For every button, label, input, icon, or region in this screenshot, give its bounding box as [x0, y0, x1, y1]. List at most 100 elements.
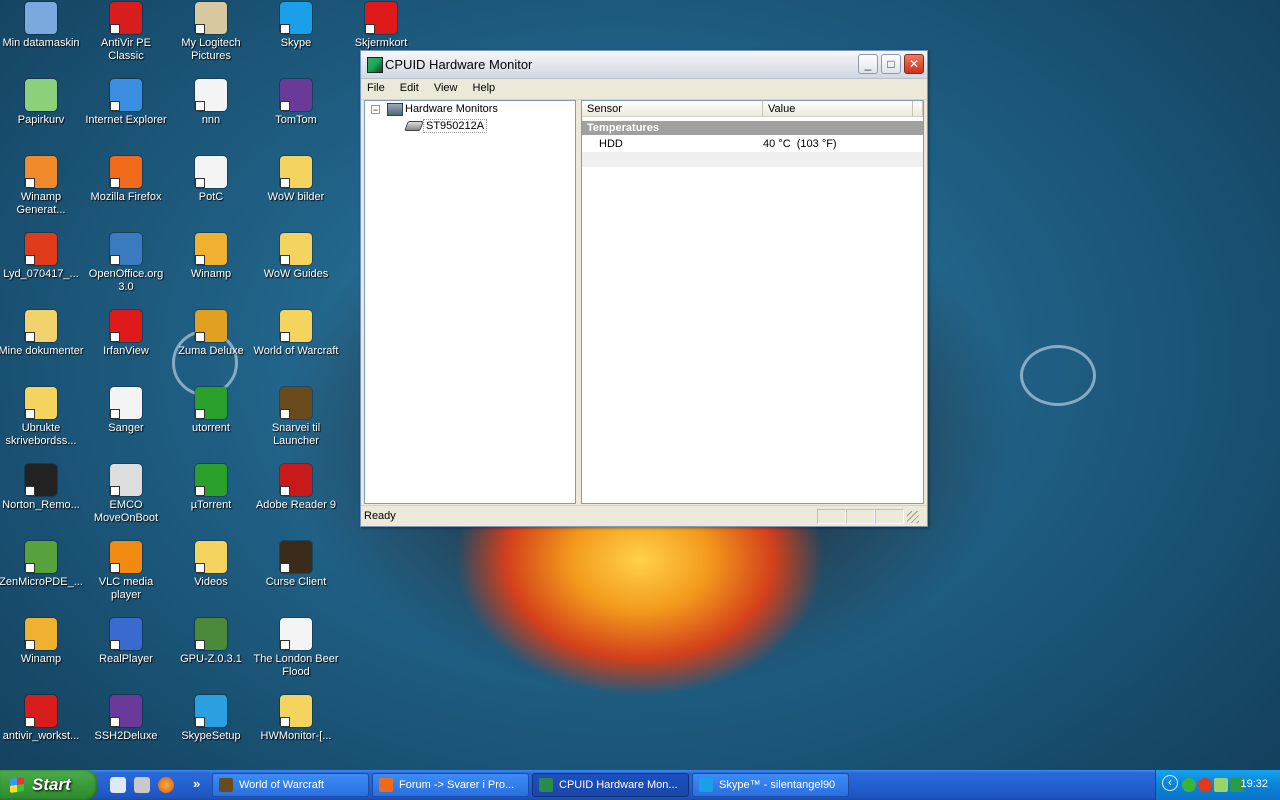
- desktop-icon[interactable]: ZenMicroPDE_...: [0, 541, 84, 589]
- task-app-icon: [699, 778, 713, 792]
- tree-item-hardware-monitors[interactable]: Hardware Monitors: [405, 103, 498, 115]
- taskbar-task-button[interactable]: Skype™ - silentangel90: [692, 773, 849, 797]
- desktop-icon[interactable]: Norton_Remo...: [0, 464, 84, 512]
- show-desktop-icon[interactable]: [110, 777, 126, 793]
- desktop-icon[interactable]: EMCO MoveOnBoot: [83, 464, 169, 525]
- desktop-icon[interactable]: World of Warcraft: [253, 310, 339, 358]
- desktop-icon[interactable]: Videos: [168, 541, 254, 589]
- task-label: World of Warcraft: [239, 779, 324, 791]
- start-button[interactable]: Start: [0, 770, 98, 800]
- desktop-icon[interactable]: Snarvei til Launcher: [253, 387, 339, 448]
- taskbar-task-button[interactable]: CPUID Hardware Mon...: [532, 773, 689, 797]
- desktop-icon[interactable]: WoW bilder: [253, 156, 339, 204]
- minimize-button[interactable]: _: [858, 54, 878, 74]
- desktop-icon-image: [195, 695, 227, 727]
- firefox-quicklaunch-icon[interactable]: [158, 777, 174, 793]
- desktop-icon[interactable]: VLC media player: [83, 541, 169, 602]
- desktop-icon-image: [110, 156, 142, 188]
- device-tree[interactable]: − Hardware Monitors ST950212A: [364, 100, 576, 504]
- desktop-icon[interactable]: WoW Guides: [253, 233, 339, 281]
- desktop-icon[interactable]: Lyd_070417_...: [0, 233, 84, 281]
- desktop-icon[interactable]: antivir_workst...: [0, 695, 84, 743]
- desktop-icon[interactable]: OpenOffice.org 3.0: [83, 233, 169, 294]
- desktop-icon[interactable]: Papirkurv: [0, 79, 84, 127]
- desktop-icon-image: [25, 310, 57, 342]
- empty-row: [582, 152, 923, 167]
- quicklaunch-app-icon[interactable]: [134, 777, 150, 793]
- desktop-icon[interactable]: SSH2Deluxe: [83, 695, 169, 743]
- desktop-icon[interactable]: SkypeSetup: [168, 695, 254, 743]
- cpuid-hwmonitor-window[interactable]: CPUID Hardware Monitor _ □ ✕ File Edit V…: [360, 50, 928, 527]
- desktop-icon-label: Internet Explorer: [85, 114, 167, 126]
- menu-view[interactable]: View: [428, 79, 464, 94]
- desktop-icon-label: OpenOffice.org 3.0: [88, 268, 164, 293]
- desktop-icon[interactable]: IrfanView: [83, 310, 169, 358]
- quicklaunch-more-icon[interactable]: »: [193, 776, 200, 791]
- tree-item-st950212a[interactable]: ST950212A: [423, 119, 488, 133]
- desktop-icon[interactable]: Sanger: [83, 387, 169, 435]
- desktop-icon[interactable]: GPU-Z.0.3.1: [168, 618, 254, 666]
- desktop-icon-label: antivir_workst...: [2, 730, 80, 742]
- desktop-icon[interactable]: My Logitech Pictures: [168, 2, 254, 63]
- maximize-button[interactable]: □: [881, 54, 901, 74]
- desktop-icon-label: nnn: [201, 114, 221, 126]
- desktop-icon-label: Winamp Generat...: [16, 191, 66, 216]
- desktop-icon[interactable]: Winamp: [168, 233, 254, 281]
- desktop-icon-image: [110, 618, 142, 650]
- desktop-icon-label: Ubrukte skrivebordss...: [5, 422, 77, 447]
- tree-collapse-toggle[interactable]: −: [371, 105, 380, 115]
- desktop-icon[interactable]: Mine dokumenter: [0, 310, 84, 358]
- desktop-icon[interactable]: PotC: [168, 156, 254, 204]
- table-row[interactable]: HDD 40 °C (103 °F): [582, 136, 923, 152]
- menu-file[interactable]: File: [361, 79, 391, 94]
- task-label: Forum -> Svarer i Pro...: [399, 779, 515, 791]
- desktop-icon-label: The London Beer Flood: [253, 653, 339, 678]
- desktop-icon[interactable]: Internet Explorer: [83, 79, 169, 127]
- task-app-icon: [539, 778, 553, 792]
- desktop-icon[interactable]: Curse Client: [253, 541, 339, 589]
- desktop-icon[interactable]: The London Beer Flood: [253, 618, 339, 679]
- cpuid-app-icon: [367, 57, 383, 73]
- network-tray-icon[interactable]: [1214, 778, 1228, 792]
- desktop-icon[interactable]: RealPlayer: [83, 618, 169, 666]
- desktop-icon[interactable]: Winamp Generat...: [0, 156, 84, 217]
- column-header-sensor[interactable]: Sensor: [582, 101, 763, 117]
- desktop-icon-label: SkypeSetup: [181, 730, 241, 742]
- taskbar-task-button[interactable]: World of Warcraft: [212, 773, 369, 797]
- menu-edit[interactable]: Edit: [394, 79, 425, 94]
- desktop-icon[interactable]: Mozilla Firefox: [83, 156, 169, 204]
- desktop-icon-image: [195, 79, 227, 111]
- desktop-icon[interactable]: Winamp: [0, 618, 84, 666]
- resize-grip-icon[interactable]: [907, 511, 919, 523]
- desktop-icon-label: Curse Client: [265, 576, 327, 588]
- antivirus-tray-icon[interactable]: [1198, 778, 1212, 792]
- computer-icon: [387, 103, 403, 116]
- menu-help[interactable]: Help: [467, 79, 502, 94]
- desktop-icon[interactable]: utorrent: [168, 387, 254, 435]
- desktop-icon-image: [195, 233, 227, 265]
- desktop-icon[interactable]: Zuma Deluxe: [168, 310, 254, 358]
- desktop-icon-image: [195, 387, 227, 419]
- task-app-icon: [219, 778, 233, 792]
- task-label: CPUID Hardware Mon...: [559, 779, 678, 791]
- close-button[interactable]: ✕: [904, 54, 924, 74]
- security-shield-icon[interactable]: [1182, 778, 1196, 792]
- desktop-icon[interactable]: Skjermkort: [338, 2, 424, 50]
- desktop-icon-image: [280, 618, 312, 650]
- tray-expand-icon[interactable]: ‹: [1162, 775, 1178, 791]
- desktop-icon[interactable]: Min datamaskin: [0, 2, 84, 50]
- desktop-icon[interactable]: AntiVir PE Classic: [83, 2, 169, 63]
- desktop-icon[interactable]: HWMonitor-[...: [253, 695, 339, 743]
- desktop-icon[interactable]: µTorrent: [168, 464, 254, 512]
- desktop-icon[interactable]: TomTom: [253, 79, 339, 127]
- desktop-icon[interactable]: Adobe Reader 9: [253, 464, 339, 512]
- desktop-icon-label: PotC: [198, 191, 224, 203]
- taskbar-task-button[interactable]: Forum -> Svarer i Pro...: [372, 773, 529, 797]
- title-bar[interactable]: CPUID Hardware Monitor _ □ ✕: [361, 51, 927, 79]
- desktop-icon[interactable]: Ubrukte skrivebordss...: [0, 387, 84, 448]
- column-header-value[interactable]: Value: [763, 101, 913, 117]
- sensor-list[interactable]: Sensor Value Temperatures HDD 40 °C (103…: [581, 100, 924, 504]
- desktop-icon[interactable]: Skype: [253, 2, 339, 50]
- column-header-empty[interactable]: [913, 101, 923, 117]
- desktop-icon[interactable]: nnn: [168, 79, 254, 127]
